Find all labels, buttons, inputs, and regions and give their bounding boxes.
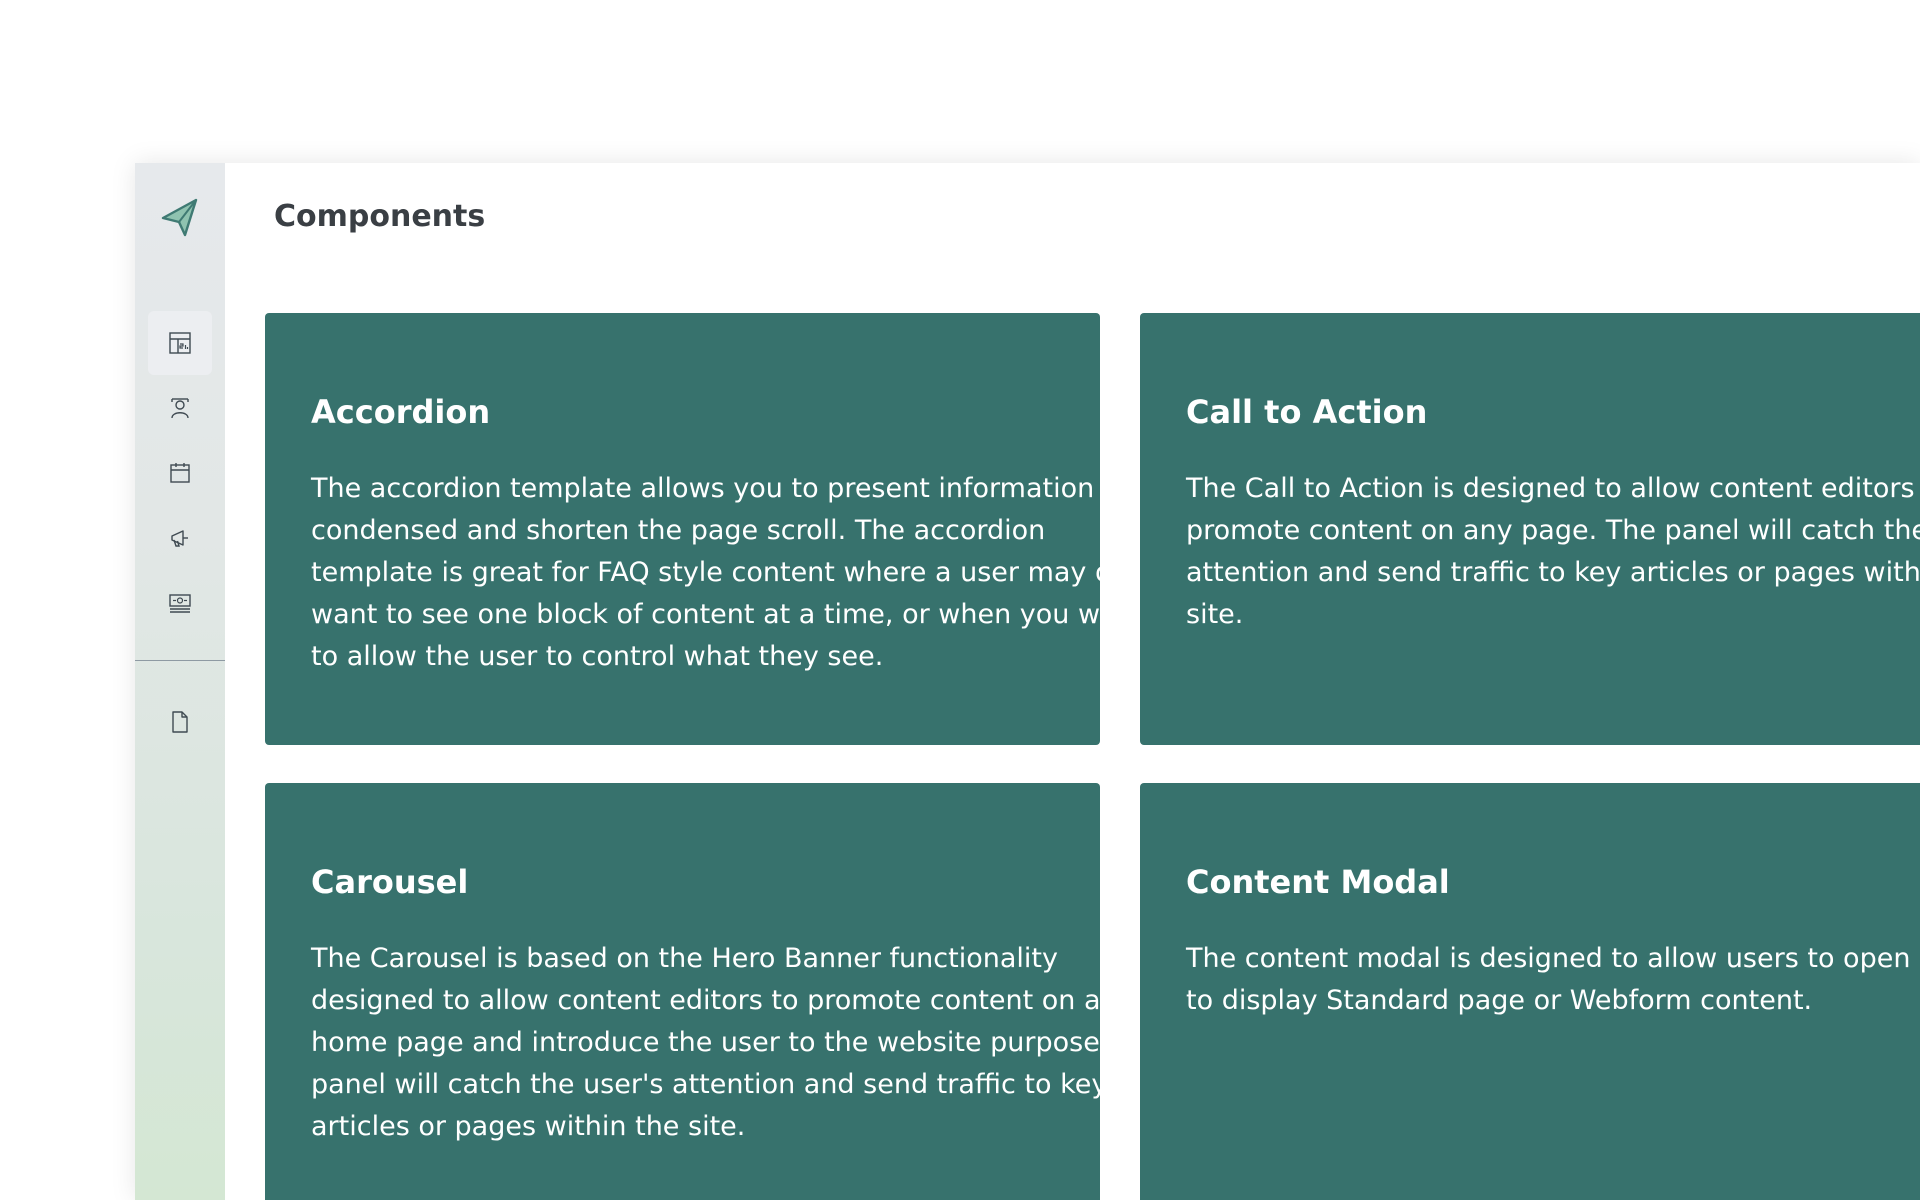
sidebar-item-people[interactable] xyxy=(148,376,212,440)
card-description-line: template is great for FAQ style content … xyxy=(311,557,1100,588)
card-description-line: attention and send traffic to key articl… xyxy=(1186,557,1920,588)
banner-icon xyxy=(169,594,191,613)
main-content: Components Accordion The accordion templ… xyxy=(225,163,1920,1200)
component-card-accordion[interactable]: Accordion The accordion template allows … xyxy=(265,313,1100,745)
card-title: Accordion xyxy=(311,393,491,431)
sidebar xyxy=(135,163,225,1200)
card-description: The content modal is designed to allow u… xyxy=(1186,938,1920,1022)
document-icon xyxy=(172,711,188,733)
component-card-call-to-action[interactable]: Call to Action The Call to Action is des… xyxy=(1140,313,1920,745)
component-card-carousel[interactable]: Carousel The Carousel is based on the He… xyxy=(265,783,1100,1200)
sidebar-item-banners[interactable] xyxy=(148,571,212,635)
card-description-line: site. xyxy=(1186,599,1244,630)
card-title: Call to Action xyxy=(1186,393,1428,431)
card-title: Carousel xyxy=(311,863,469,901)
card-description-line: The Carousel is based on the Hero Banner… xyxy=(311,943,1058,974)
card-description-line: condensed and shorten the page scroll. T… xyxy=(311,515,1046,546)
sidebar-item-calendar[interactable] xyxy=(148,441,212,505)
card-description-line: The Call to Action is designed to allow … xyxy=(1186,473,1920,504)
page-title: Components xyxy=(274,199,486,234)
component-card-content-modal[interactable]: Content Modal The content modal is desig… xyxy=(1140,783,1920,1200)
sidebar-divider xyxy=(135,660,225,661)
card-description: The accordion template allows you to pre… xyxy=(311,468,1100,678)
card-title: Content Modal xyxy=(1186,863,1450,901)
sidebar-item-dashboard[interactable] xyxy=(148,311,212,375)
card-description-line: panel will catch the user's attention an… xyxy=(311,1069,1100,1100)
dashboard-icon xyxy=(169,332,191,354)
card-description-line: want to see one block of content at a ti… xyxy=(311,599,1100,630)
card-description-line: promote content on any page. The panel w… xyxy=(1186,515,1920,546)
paper-plane-logo-icon[interactable] xyxy=(159,196,201,238)
card-description-line: The content modal is designed to allow u… xyxy=(1186,943,1920,974)
card-description-line: to display Standard page or Webform cont… xyxy=(1186,985,1813,1016)
card-description-line: home page and introduce the user to the … xyxy=(311,1027,1100,1058)
card-description-line: designed to allow content editors to pro… xyxy=(311,985,1100,1016)
sidebar-item-pages[interactable] xyxy=(148,690,212,754)
card-description: The Carousel is based on the Hero Banner… xyxy=(311,938,1100,1148)
card-description-line: articles or pages within the site. xyxy=(311,1111,746,1142)
card-description-line: The accordion template allows you to pre… xyxy=(311,473,1095,504)
sidebar-item-campaigns[interactable] xyxy=(148,506,212,570)
card-description: The Call to Action is designed to allow … xyxy=(1186,468,1920,636)
card-description-line: to allow the user to control what they s… xyxy=(311,641,884,672)
app-window: Components Accordion The accordion templ… xyxy=(135,163,1920,1200)
megaphone-icon xyxy=(171,530,188,547)
people-icon xyxy=(171,398,189,419)
calendar-icon xyxy=(170,463,190,483)
